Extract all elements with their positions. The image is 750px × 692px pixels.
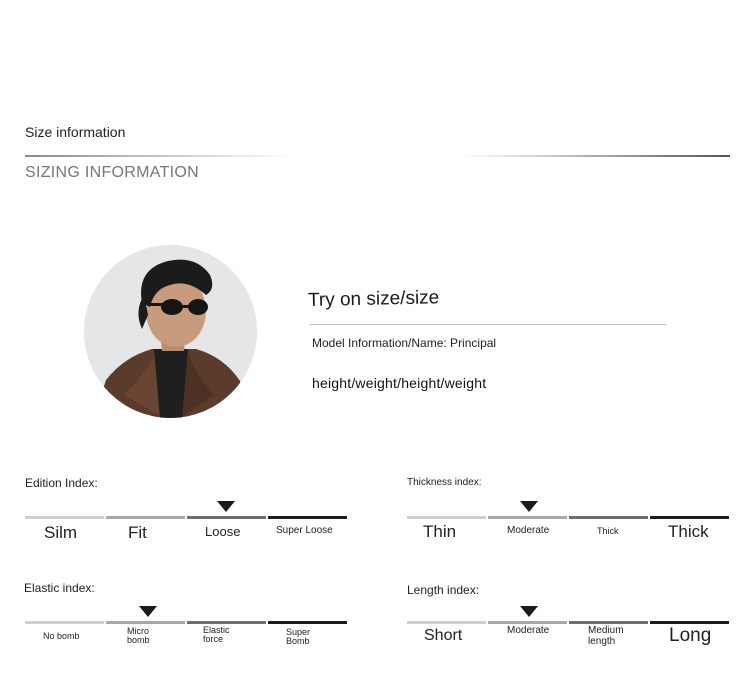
scale-label: Thin xyxy=(423,522,457,541)
scale-segment xyxy=(407,516,486,519)
scale-segment xyxy=(106,621,185,624)
scale-label: Super Bomb xyxy=(286,627,311,647)
scale-label: Moderate xyxy=(507,525,550,536)
scale-segment xyxy=(650,621,729,624)
scale-label: Fit xyxy=(128,523,147,542)
edition-index-title: Edition Index: xyxy=(25,476,98,490)
divider-right xyxy=(460,155,730,157)
scale-label: Thick xyxy=(668,522,709,541)
section-subtitle: SIZING INFORMATION xyxy=(25,164,199,181)
selected-marker-icon xyxy=(520,606,538,617)
scale-label: Medium length xyxy=(588,625,624,647)
scale-segment xyxy=(187,516,266,519)
elastic-index-title: Elastic index: xyxy=(24,581,95,595)
scale-label: Micro bomb xyxy=(127,626,150,646)
scale-segment xyxy=(407,621,486,624)
scale-segment xyxy=(187,621,266,624)
scale-segment xyxy=(569,516,648,519)
model-information: Model Information/Name: Principal xyxy=(312,336,497,350)
try-on-divider xyxy=(310,324,666,325)
height-weight: height/weight/height/weight xyxy=(312,375,487,391)
scale-segment xyxy=(268,516,347,519)
selected-marker-icon xyxy=(217,501,235,512)
scale-label: Silm xyxy=(44,523,78,542)
scale-segment xyxy=(25,621,104,624)
length-index-scale: Short Moderate Medium length Long xyxy=(407,606,731,661)
try-on-title: Try on size/size xyxy=(307,287,440,311)
scale-segment xyxy=(488,516,567,519)
selected-marker-icon xyxy=(139,606,157,617)
model-photo xyxy=(84,245,257,418)
scale-label: No bomb xyxy=(43,631,80,641)
elastic-index-scale: No bomb Micro bomb Elastic force Super B… xyxy=(25,606,349,661)
section-title: Size information xyxy=(25,124,126,140)
scale-segment xyxy=(25,516,104,519)
scale-segment xyxy=(488,621,567,624)
scale-segment xyxy=(650,516,729,519)
thickness-index-scale: Thin Moderate Thick Thick xyxy=(407,501,731,556)
scale-label: Moderate xyxy=(507,625,550,636)
scale-label: Short xyxy=(424,627,463,644)
divider-left xyxy=(25,155,295,157)
scale-segment xyxy=(268,621,347,624)
scale-segment xyxy=(106,516,185,519)
thickness-index-title: Thickness index: xyxy=(407,477,482,488)
scale-label: Super Loose xyxy=(276,525,333,536)
scale-label: Thick xyxy=(597,526,619,536)
edition-index-scale: Silm Fit Loose Super Loose xyxy=(25,501,349,556)
scale-label: Elastic force xyxy=(203,625,230,645)
length-index-title: Length index: xyxy=(407,583,480,597)
scale-label: Long xyxy=(667,625,714,646)
selected-marker-icon xyxy=(520,501,538,512)
scale-segment xyxy=(569,621,648,624)
scale-label: Loose xyxy=(205,524,241,539)
